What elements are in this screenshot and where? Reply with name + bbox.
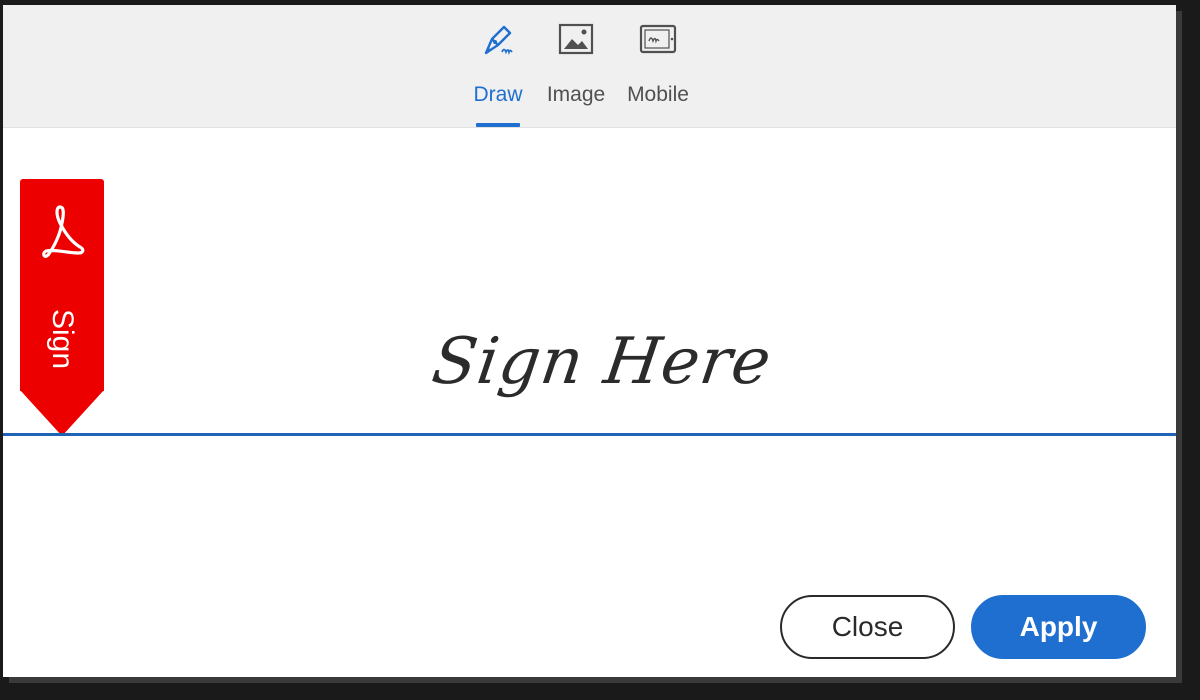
signature-dialog: Draw Image Mobile Sign Sign Here Close A… <box>3 5 1176 677</box>
sign-here-tag: Sign <box>20 179 104 437</box>
image-icon <box>558 23 594 55</box>
close-button[interactable]: Close <box>780 595 955 659</box>
sign-tag-label: Sign <box>46 308 79 370</box>
tab-image[interactable]: Image <box>536 17 616 127</box>
tab-mobile[interactable]: Mobile <box>618 17 698 127</box>
pen-draw-icon <box>484 25 513 56</box>
mobile-icon <box>639 24 677 54</box>
signature-baseline <box>3 433 1176 436</box>
tab-image-label: Image <box>546 83 606 106</box>
acrobat-logo-icon <box>42 205 85 258</box>
signature-mode-tabs: Draw Image Mobile <box>3 5 1176 128</box>
sign-tag-arrow <box>20 390 104 436</box>
tab-draw[interactable]: Draw <box>458 17 538 127</box>
apply-button[interactable]: Apply <box>971 595 1146 659</box>
tab-mobile-label: Mobile <box>627 83 689 106</box>
active-tab-indicator <box>476 123 520 127</box>
tab-draw-label: Draw <box>473 83 523 106</box>
signature-stroke: Sign Here <box>427 325 777 399</box>
screenshot-frame: Draw Image Mobile Sign Sign Here Close A… <box>0 0 1200 700</box>
